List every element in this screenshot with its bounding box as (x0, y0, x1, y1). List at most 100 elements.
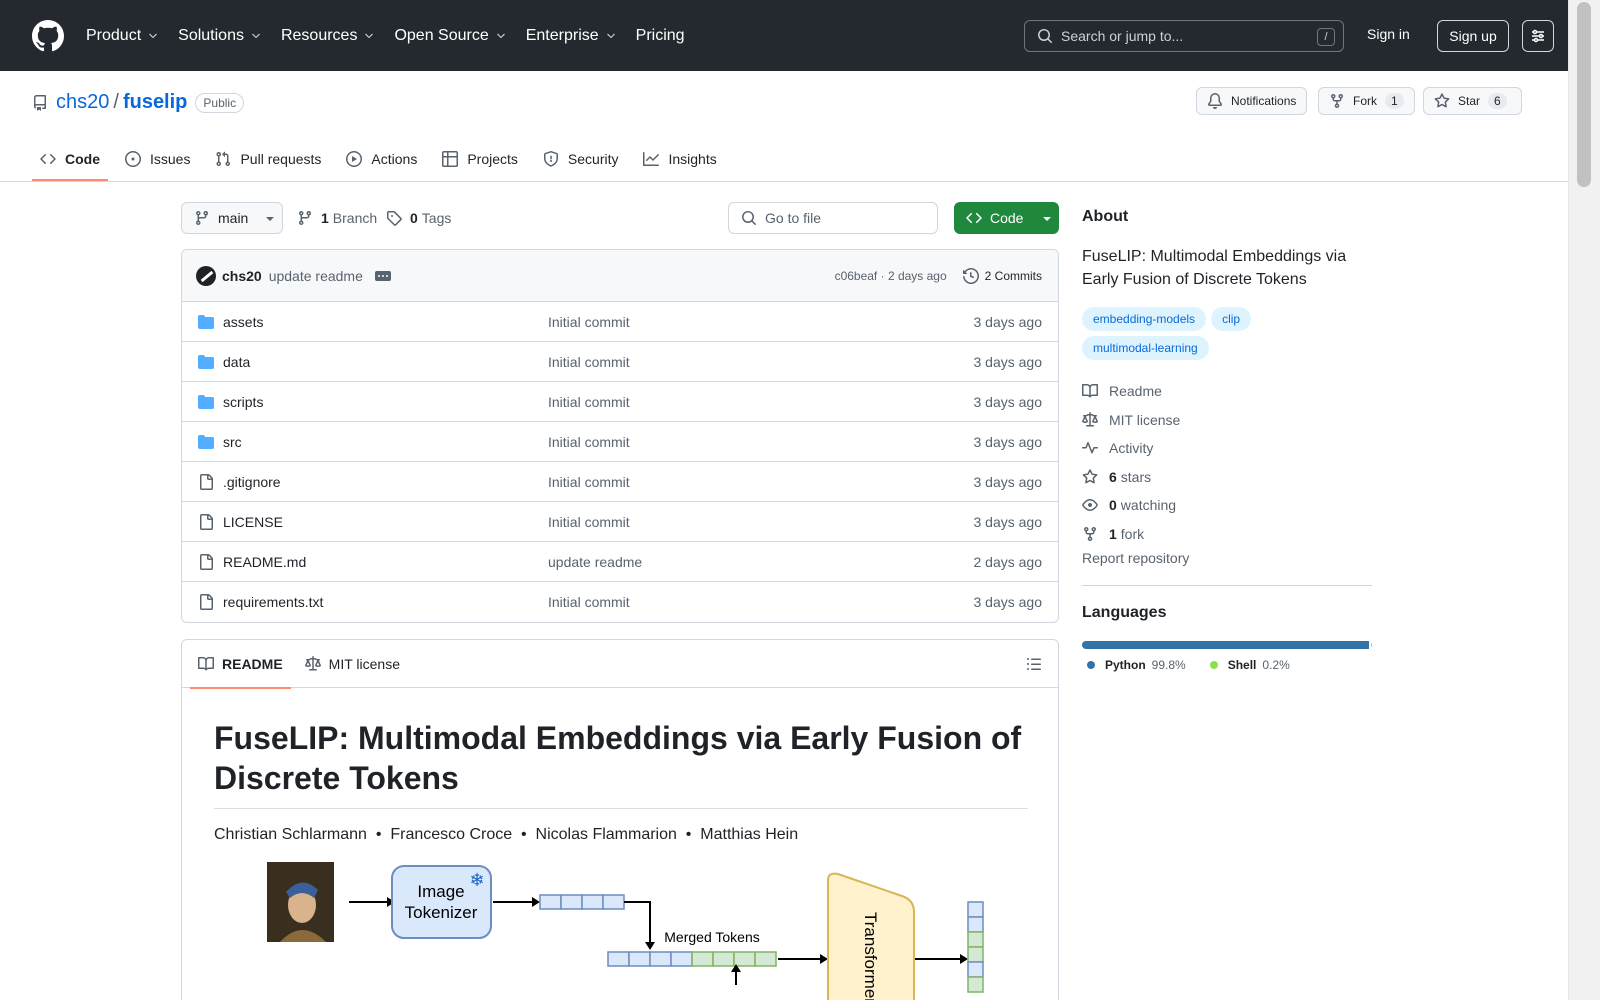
table-row[interactable]: assets Initial commit 3 days ago (182, 302, 1058, 342)
file-commit-message-link[interactable]: Initial commit (548, 514, 630, 530)
about-link-mit-license[interactable]: MIT license (1082, 406, 1372, 435)
nav-enterprise[interactable]: Enterprise (526, 27, 617, 45)
go-to-file-input[interactable]: Go to file (728, 202, 938, 234)
nav-label: Resources (280, 26, 358, 44)
file-commit-message-link[interactable]: update readme (548, 554, 642, 570)
tags-link[interactable]: 0 Tags (386, 210, 451, 226)
arrow-to-merged (624, 901, 651, 942)
branch-icon (298, 211, 311, 226)
tab-license[interactable]: MIT license (297, 640, 408, 688)
file-name-link[interactable]: data (223, 354, 250, 370)
search-shortcut-key: / (1317, 28, 1335, 46)
file-name-link[interactable]: scripts (223, 394, 263, 410)
ellipsis-icon[interactable] (374, 270, 391, 281)
repo-tabs: Code Issues Pull requests Actions Projec… (32, 139, 734, 181)
table-row[interactable]: LICENSE Initial commit 3 days ago (182, 502, 1058, 542)
table-row[interactable]: data Initial commit 3 days ago (182, 342, 1058, 382)
nav-solutions[interactable]: Solutions (178, 27, 262, 45)
chevron-down-icon (606, 33, 615, 38)
law-icon (304, 655, 321, 670)
tab-security[interactable]: Security (535, 139, 627, 179)
fork-button[interactable]: Fork 1 (1318, 87, 1415, 115)
topic-tag[interactable]: embedding-models (1082, 307, 1207, 331)
file-commit-message-link[interactable]: Initial commit (548, 314, 630, 330)
star-button[interactable]: Star 6 (1423, 87, 1522, 115)
nav-label: Product (86, 26, 142, 44)
branch-icon (195, 211, 208, 226)
nav-open-source[interactable]: Open Source (394, 27, 506, 45)
about-link-readme[interactable]: Readme (1082, 377, 1372, 406)
github-logo-icon[interactable] (32, 19, 64, 52)
table-row[interactable]: scripts Initial commit 3 days ago (182, 382, 1058, 422)
nav-product[interactable]: Product (86, 27, 159, 45)
file-commit-message-link[interactable]: Initial commit (548, 434, 630, 450)
topic-tag[interactable]: multimodal-learning (1082, 336, 1209, 360)
report-repository-link[interactable]: Report repository (1082, 550, 1189, 566)
commit-author-link[interactable]: chs20 (222, 268, 262, 284)
table-row[interactable]: README.md update readme 2 days ago (182, 542, 1058, 582)
tab-code[interactable]: Code (32, 139, 108, 181)
language-item[interactable]: Shell 0.2% (1209, 658, 1290, 672)
commit-message-link[interactable]: update readme (269, 268, 363, 284)
file-icon (200, 473, 213, 490)
file-name-link[interactable]: assets (223, 314, 263, 330)
tokenizer-label-2: Tokenizer (405, 903, 478, 922)
chevron-down-icon (149, 33, 157, 38)
commits-link[interactable]: 2 Commits (962, 268, 1042, 284)
nav-resources[interactable]: Resources (281, 27, 375, 45)
table-row[interactable]: src Initial commit 3 days ago (182, 422, 1058, 462)
readme-title: FuseLIP: Multimodal Embeddings via Early… (214, 718, 1028, 809)
global-search-input[interactable]: Search or jump to... / (1024, 20, 1344, 52)
language-item[interactable]: Python 99.8% (1087, 658, 1186, 672)
topic-tag[interactable]: clip (1211, 307, 1252, 331)
tab-projects[interactable]: Projects (434, 139, 526, 179)
settings-menu-button[interactable] (1522, 20, 1554, 52)
commit-sha[interactable]: c06beaf (835, 269, 878, 283)
code-dropdown-button[interactable]: Code (954, 202, 1059, 234)
tab-issues[interactable]: Issues (117, 139, 198, 179)
file-name-link[interactable]: src (223, 434, 242, 450)
file-commit-message-link[interactable]: Initial commit (548, 394, 630, 410)
file-name-link[interactable]: LICENSE (223, 514, 283, 530)
repo-name-link[interactable]: fuselip (123, 91, 187, 114)
repo-owner-link[interactable]: chs20 (56, 91, 109, 114)
sign-in-link[interactable]: Sign in (1367, 26, 1410, 42)
graph-icon (643, 152, 660, 166)
table-row[interactable]: .gitignore Initial commit 3 days ago (182, 462, 1058, 502)
about-link-count: 6 (1109, 468, 1117, 485)
tag-icon (387, 211, 402, 226)
tab-readme[interactable]: README (190, 640, 291, 689)
file-commit-message-link[interactable]: Initial commit (548, 594, 630, 610)
file-commit-message-link[interactable]: Initial commit (548, 354, 630, 370)
tab-pull-requests[interactable]: Pull requests (207, 139, 329, 179)
tab-insights[interactable]: Insights (635, 139, 724, 179)
language-bar (1082, 641, 1372, 649)
file-name-link[interactable]: requirements.txt (223, 594, 323, 610)
file-commit-message-link[interactable]: Initial commit (548, 474, 630, 490)
law-icon (1082, 411, 1098, 427)
arrow-head (532, 897, 540, 907)
star-icon (1434, 93, 1450, 108)
file-commit-date: 3 days ago (973, 313, 1043, 330)
tab-actions[interactable]: Actions (338, 139, 425, 179)
about-link-activity[interactable]: Activity (1082, 434, 1372, 463)
file-name-link[interactable]: .gitignore (223, 474, 281, 490)
table-row[interactable]: requirements.txt Initial commit 3 days ago (182, 582, 1058, 622)
branches-link[interactable]: 1 Branch (297, 210, 377, 226)
list-unordered-icon[interactable] (1026, 656, 1042, 672)
bell-icon (1207, 93, 1222, 109)
nav-pricing[interactable]: Pricing (636, 27, 685, 45)
notifications-button[interactable]: Notifications (1196, 87, 1308, 115)
about-description: FuseLIP: Multimodal Embeddings via Early… (1082, 248, 1347, 288)
about-link-watching[interactable]: 0 watching (1082, 491, 1372, 520)
about-link-fork[interactable]: 1 fork (1082, 520, 1372, 549)
scrollbar-thumb[interactable] (1577, 2, 1591, 187)
file-name-link[interactable]: README.md (223, 554, 306, 570)
visibility-badge: Public (195, 92, 245, 113)
page-scrollbar[interactable] (1568, 0, 1600, 1000)
about-link-stars[interactable]: 6 stars (1082, 463, 1372, 492)
avatar[interactable] (196, 265, 216, 286)
sign-up-button[interactable]: Sign up (1437, 20, 1509, 52)
folder-icon (198, 394, 214, 409)
branch-select-button[interactable]: main (181, 202, 283, 234)
